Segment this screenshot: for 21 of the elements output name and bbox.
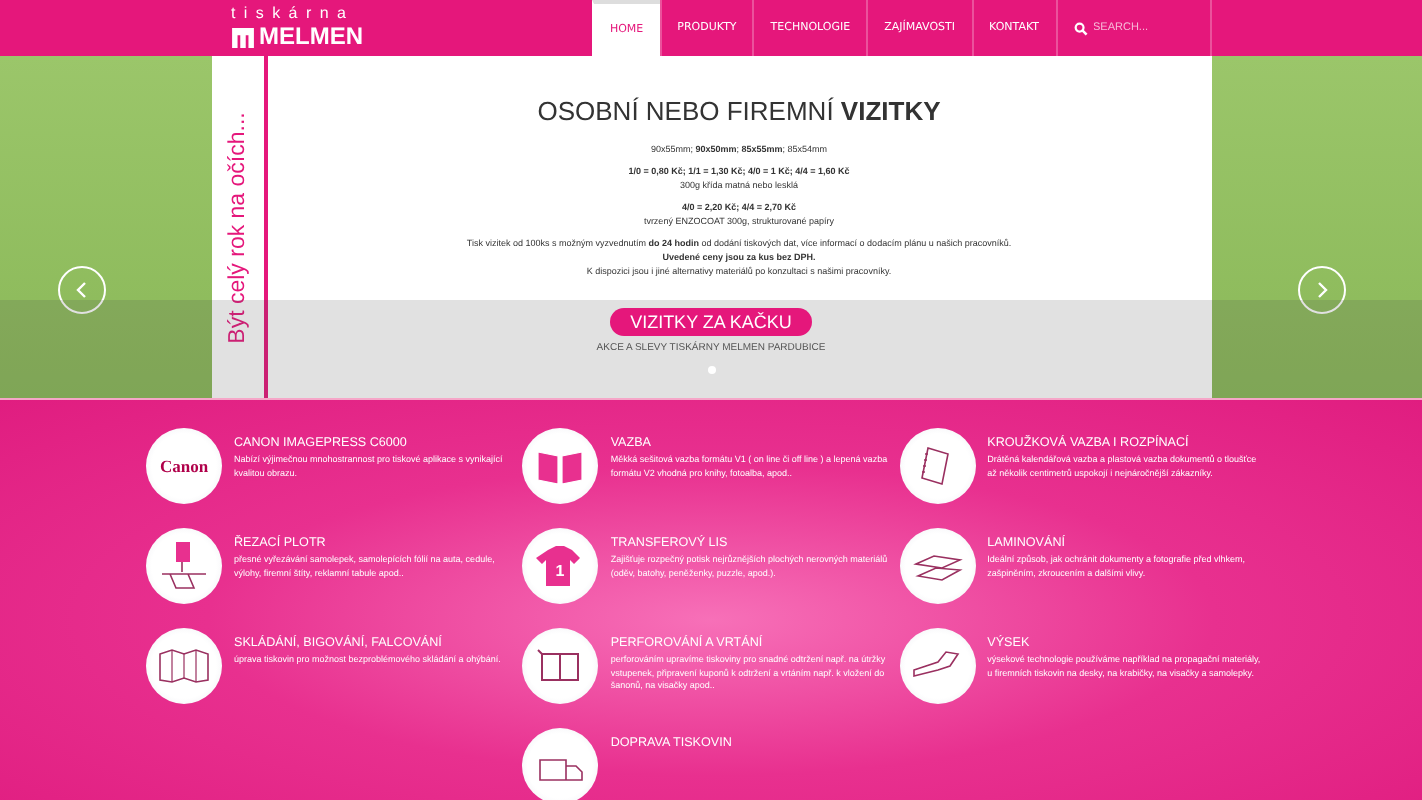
- service-icon: [899, 528, 976, 604]
- service-icon: 1: [522, 528, 599, 604]
- service-icon: [899, 628, 976, 704]
- service-icon: [146, 528, 222, 604]
- service-icon: [522, 428, 599, 504]
- previous-slide-button[interactable]: [58, 266, 106, 314]
- service-icon: [522, 628, 599, 704]
- chevron-right-icon: [1312, 280, 1332, 300]
- cta-button[interactable]: VIZITKY ZA KAČKU: [610, 308, 812, 336]
- next-slide-button[interactable]: [1298, 266, 1346, 314]
- chevron-left-icon: [72, 280, 92, 300]
- logo-text: tiskárna: [231, 4, 357, 24]
- logo-icon: [231, 27, 253, 47]
- service-icon: [522, 728, 599, 800]
- logo-name: MELMEN: [259, 24, 363, 50]
- service-icon: [146, 628, 222, 704]
- slogan-text: Být celý rok na očích...: [225, 111, 249, 343]
- search-icon: [1073, 21, 1087, 35]
- slide-title: OSOBNÍ NEBO FIREMNÍ VIZITKY: [535, 96, 943, 126]
- service-icon: [899, 428, 976, 504]
- service-icon: Canon: [146, 428, 222, 504]
